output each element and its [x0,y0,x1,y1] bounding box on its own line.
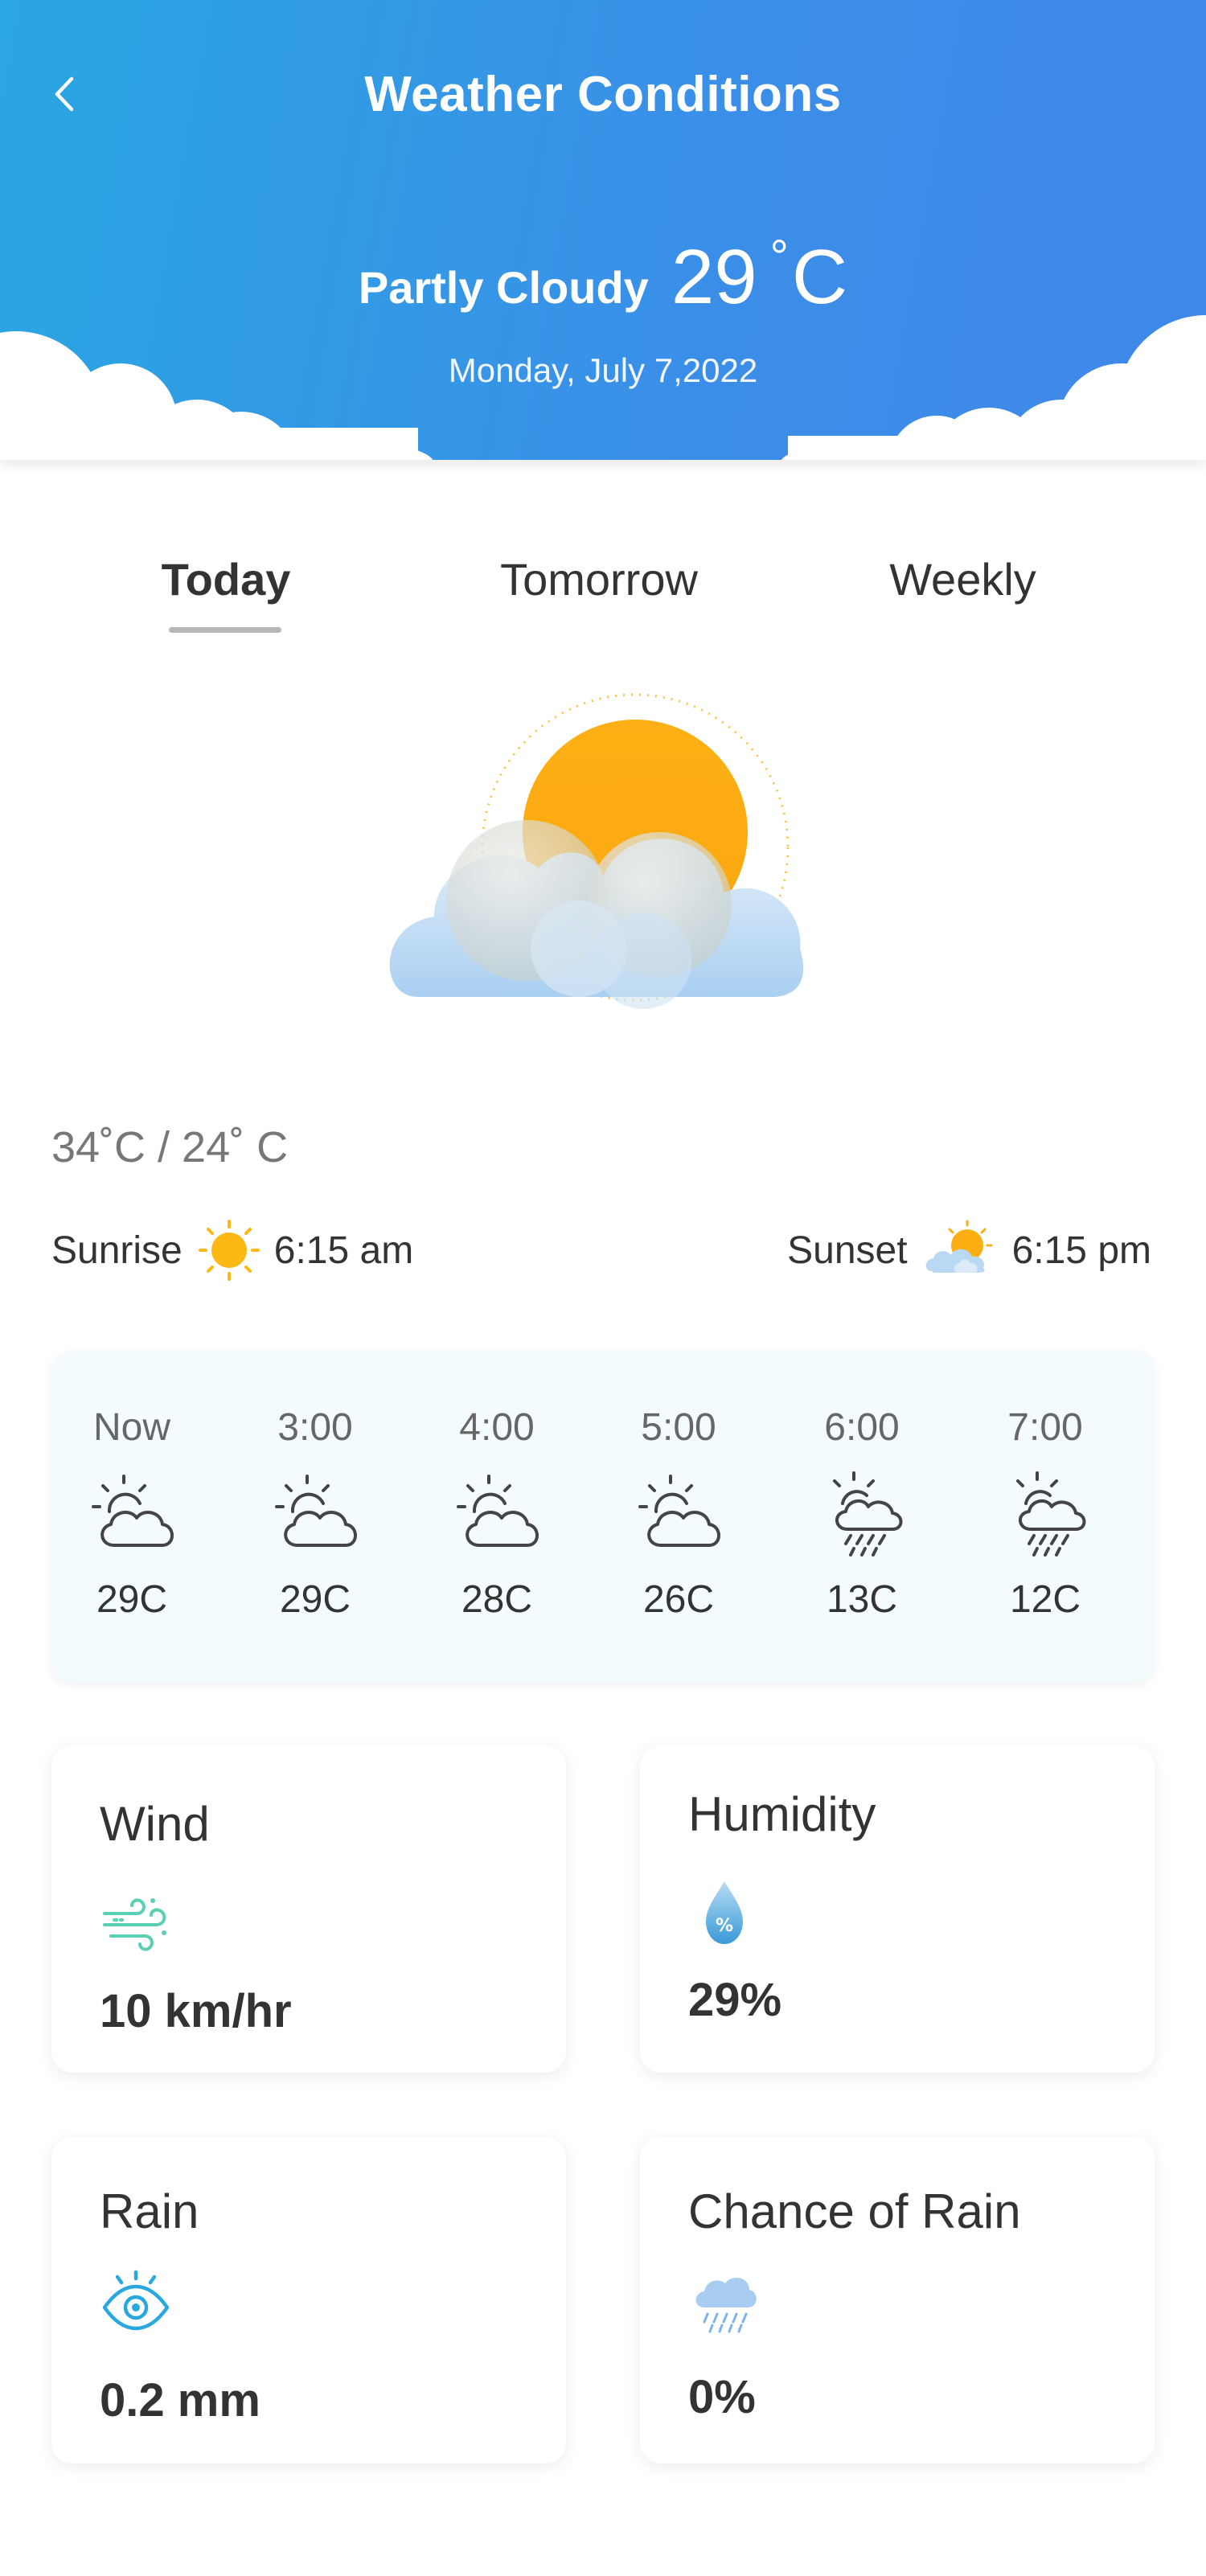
partly-cloudy-hero-icon [389,693,804,1009]
partly-cloudy-icon [275,1475,357,1547]
partly-cloudy-icon [638,1475,720,1547]
active-tab-indicator [169,627,281,633]
chance-of-rain-value: 0% [688,2371,756,2423]
hourly-temperature: 13C [826,1578,898,1621]
eye-icon [102,2270,170,2331]
sunset-label: Sunset [787,1229,908,1272]
hourly-item[interactable]: 6:00 13C [781,1351,942,1682]
chance-of-rain-card[interactable]: Chance of Rain 0% [640,2137,1155,2463]
rain-card[interactable]: Rain 0.2 mm [51,2137,566,2463]
sun-icon [198,1220,260,1281]
hourly-temperature: 29C [96,1578,168,1621]
hourly-temperature: 12C [1009,1578,1081,1621]
rain-cloud-icon [695,2278,757,2333]
rain-value: 0.2 mm [100,2374,260,2426]
sunrise-info: Sunrise 6:15 am [51,1218,413,1282]
sun-rain-icon [833,1471,903,1557]
sunset-time: 6:15 pm [1011,1229,1151,1272]
hourly-time: 6:00 [824,1406,900,1449]
sunrise-time: 6:15 am [273,1229,414,1272]
tab-today[interactable]: Today [159,553,293,605]
hourly-item[interactable]: Now 29C [51,1351,212,1682]
wind-value: 10 km/hr [100,1985,292,2037]
wind-title: Wind [100,1797,210,1851]
svg-text:%: % [716,1916,733,1936]
hourly-forecast-card: Now 29C 3:00 29C 4:00 28C 5:00 26C 6:00 … [51,1351,1155,1682]
hourly-item[interactable]: 5:00 26C [598,1351,759,1682]
sun-rain-icon [1016,1471,1086,1557]
hourly-time: 3:00 [277,1406,353,1449]
hourly-time: 4:00 [459,1406,535,1449]
header-clouds-decoration [0,315,1206,460]
degree-symbol: ° [769,231,789,283]
partly-cloudy-icon [92,1475,174,1547]
hourly-item[interactable]: 4:00 28C [416,1351,577,1682]
wind-card[interactable]: Wind 10 km/hr [51,1746,566,2073]
sunrise-label: Sunrise [51,1229,183,1272]
rain-title: Rain [100,2184,199,2238]
hourly-time: 7:00 [1007,1406,1083,1449]
humidity-value: 29% [688,1974,782,2026]
hourly-temperature: 26C [642,1578,715,1621]
tab-weekly[interactable]: Weekly [872,553,1053,605]
humidity-card[interactable]: Humidity % 29% [640,1746,1155,2073]
wind-icon [103,1898,166,1951]
hourly-time: 5:00 [641,1406,716,1449]
partly-cloudy-icon [457,1475,539,1547]
hourly-temperature: 28C [461,1578,533,1621]
hourly-temperature: 29C [279,1578,351,1621]
hourly-item[interactable]: 7:00 12C [965,1351,1126,1682]
humidity-title: Humidity [688,1787,876,1841]
sun-behind-cloud-icon [925,1220,993,1273]
header: Weather Conditions Partly Cloudy 29 ° C … [0,0,1206,460]
humidity-drop-icon: % [706,1881,743,1944]
hourly-time: Now [92,1406,171,1449]
chance-of-rain-title: Chance of Rain [688,2184,1021,2238]
high-low-temperature: 34˚C / 24˚ C [51,1123,289,1171]
page-title: Weather Conditions [364,67,842,122]
hourly-item[interactable]: 3:00 29C [235,1351,396,1682]
tab-tomorrow[interactable]: Tomorrow [482,553,716,605]
sunset-info: Sunset 6:15 pm [787,1218,1151,1282]
